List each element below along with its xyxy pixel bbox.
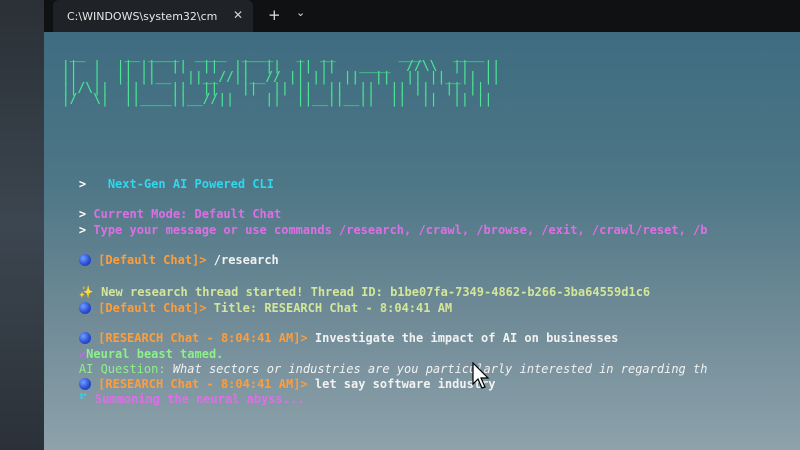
research-text: Investigate the impact of AI on business… (307, 331, 619, 345)
command-text: /research (206, 253, 279, 267)
background-desktop-strip (0, 0, 44, 450)
prompt-label: [Default Chat]> (98, 253, 207, 267)
title-bar: C:\WINDOWS\system32\cmd.exe ✕ + ⌄ (44, 0, 800, 32)
spinner-icon: ⠋ (78, 392, 88, 406)
banner-line: |/ \| ||____||__//|| || ||__||__|| || ||… (54, 92, 493, 107)
mouse-pointer-icon (472, 362, 490, 389)
globe-icon (78, 254, 91, 266)
summoning-line: ⠋ Summoning the neural abyss... (50, 377, 305, 422)
tab-cmd[interactable]: C:\WINDOWS\system32\cmd.exe ✕ (53, 0, 253, 32)
help-text: Type your message or use commands /resea… (93, 223, 708, 237)
title-text: Title: RESEARCH Chat - 8:04:41 AM (206, 301, 453, 315)
tab-title: C:\WINDOWS\system32\cmd.exe (67, 9, 217, 23)
webpilot-ascii-banner: __ __ ____ ____ ____ _ __ ___ ____ || | … (54, 49, 500, 107)
chevron-down-icon[interactable]: ⌄ (296, 6, 305, 19)
new-tab-icon[interactable]: + (268, 6, 281, 24)
tagline-text: Next-Gen AI Powered CLI (107, 177, 274, 191)
reply-text: let say software industry (307, 377, 496, 391)
summoning-text: Summoning the neural abyss... (87, 392, 305, 406)
prompt-label: [Default Chat]> (98, 301, 207, 315)
globe-icon (78, 302, 91, 314)
close-tab-icon[interactable]: ✕ (233, 8, 243, 22)
terminal-window: C:\WINDOWS\system32\cmd.exe ✕ + ⌄ __ __ … (44, 0, 800, 450)
